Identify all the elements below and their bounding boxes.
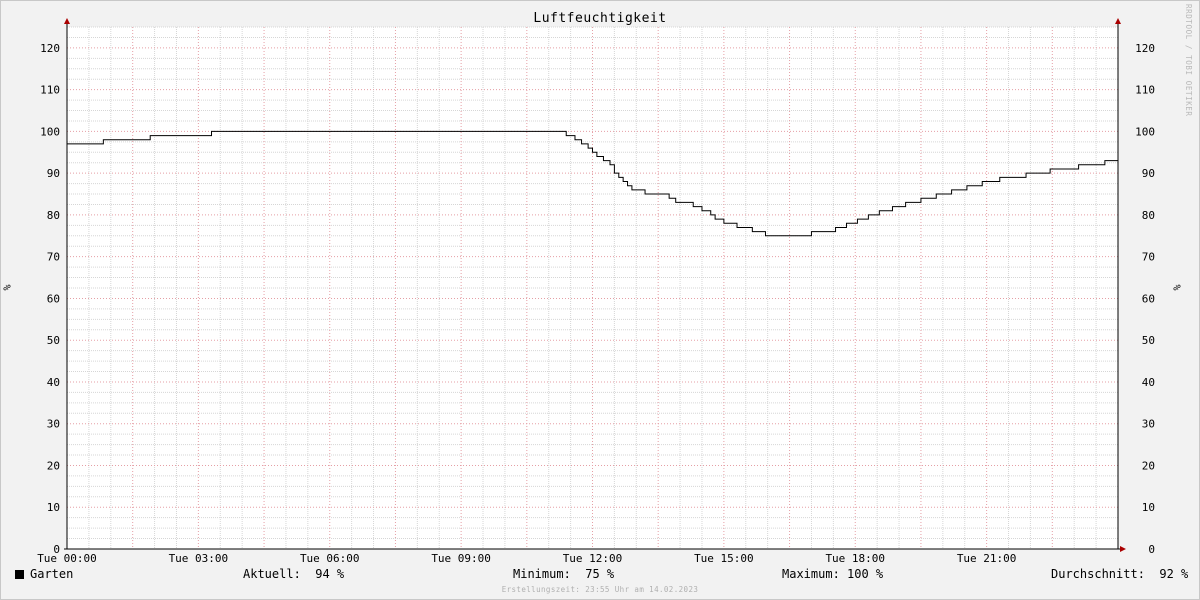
y-tick-label: 110 (1135, 84, 1155, 97)
x-tick-label: Tue 12:00 (563, 552, 623, 565)
y-tick-label: 100 (1135, 125, 1155, 138)
y-tick-labels-left: 0102030405060708090100110120 (40, 42, 60, 556)
y-tick-label: 80 (1142, 209, 1155, 222)
x-tick-label: Tue 00:00 (37, 552, 97, 565)
legend-row: Garten Aktuell: 94 % Minimum: 75 % Maxim… (0, 567, 1200, 585)
x-tick-label: Tue 06:00 (300, 552, 360, 565)
y-tick-label: 10 (47, 501, 60, 514)
y-tick-label: 100 (40, 125, 60, 138)
creation-time-footer: Erstellungszeit: 23:55 Uhr am 14.02.2023 (501, 585, 699, 594)
y-tick-label: 70 (1142, 251, 1155, 264)
y-tick-label: 0 (1148, 543, 1155, 556)
y-tick-label: 90 (1142, 167, 1155, 180)
legend-series-name: Garten (30, 567, 74, 581)
stat-aktuell: Aktuell: 94 % (243, 567, 345, 581)
y-tick-label: 70 (47, 251, 60, 264)
y-tick-label: 20 (1142, 459, 1155, 472)
x-tick-label: Tue 03:00 (169, 552, 229, 565)
y-tick-label: 50 (1142, 334, 1155, 347)
y-tick-label: 90 (47, 167, 60, 180)
y-tick-label: 50 (47, 334, 60, 347)
stat-maximum: Maximum: 100 % (782, 567, 884, 581)
x-tick-labels: Tue 00:00 Tue 03:00 Tue 06:00 Tue 09:00 Tue … (37, 552, 1016, 565)
y-tick-label: 60 (1142, 292, 1155, 305)
y-tick-label: 30 (1142, 418, 1155, 431)
x-tick-label: Tue 21:00 (957, 552, 1017, 565)
legend-swatch (15, 570, 24, 579)
stat-durchschnitt: Durchschnitt: 92 % (1051, 567, 1189, 581)
rrdtool-watermark: RRDTOOL / TOBI OETIKER (1184, 4, 1193, 117)
y-tick-labels-right: 0 10 20 30 40 50 60 70 80 90 100 110 120 (1135, 42, 1155, 556)
y-tick-label: 60 (47, 292, 60, 305)
stat-minimum: Minimum: 75 % (513, 567, 615, 581)
x-axis-arrow (1120, 546, 1126, 552)
y-axis-label-left: % (2, 284, 14, 291)
y-tick-label: 30 (47, 418, 60, 431)
y-tick-label: 40 (1142, 376, 1155, 389)
x-tick-label: Tue 09:00 (431, 552, 491, 565)
chart-title: Luftfeuchtigkeit (533, 11, 667, 26)
y-tick-label: 120 (1135, 42, 1155, 55)
x-tick-label: Tue 18:00 (825, 552, 885, 565)
y-tick-label: 120 (40, 42, 60, 55)
y-axis-label-right: % (1172, 284, 1184, 291)
y-tick-label: 20 (47, 459, 60, 472)
humidity-chart: 0 10 20 30 40 50 60 70 80 90 100 110 120 0 10 20 30 40 50… (37, 18, 1155, 565)
y-tick-label: 80 (47, 209, 60, 222)
y-tick-label: 10 (1142, 501, 1155, 514)
y-tick-label: 110 (40, 84, 60, 97)
x-tick-label: Tue 15:00 (694, 552, 754, 565)
y-tick-label: 40 (47, 376, 60, 389)
